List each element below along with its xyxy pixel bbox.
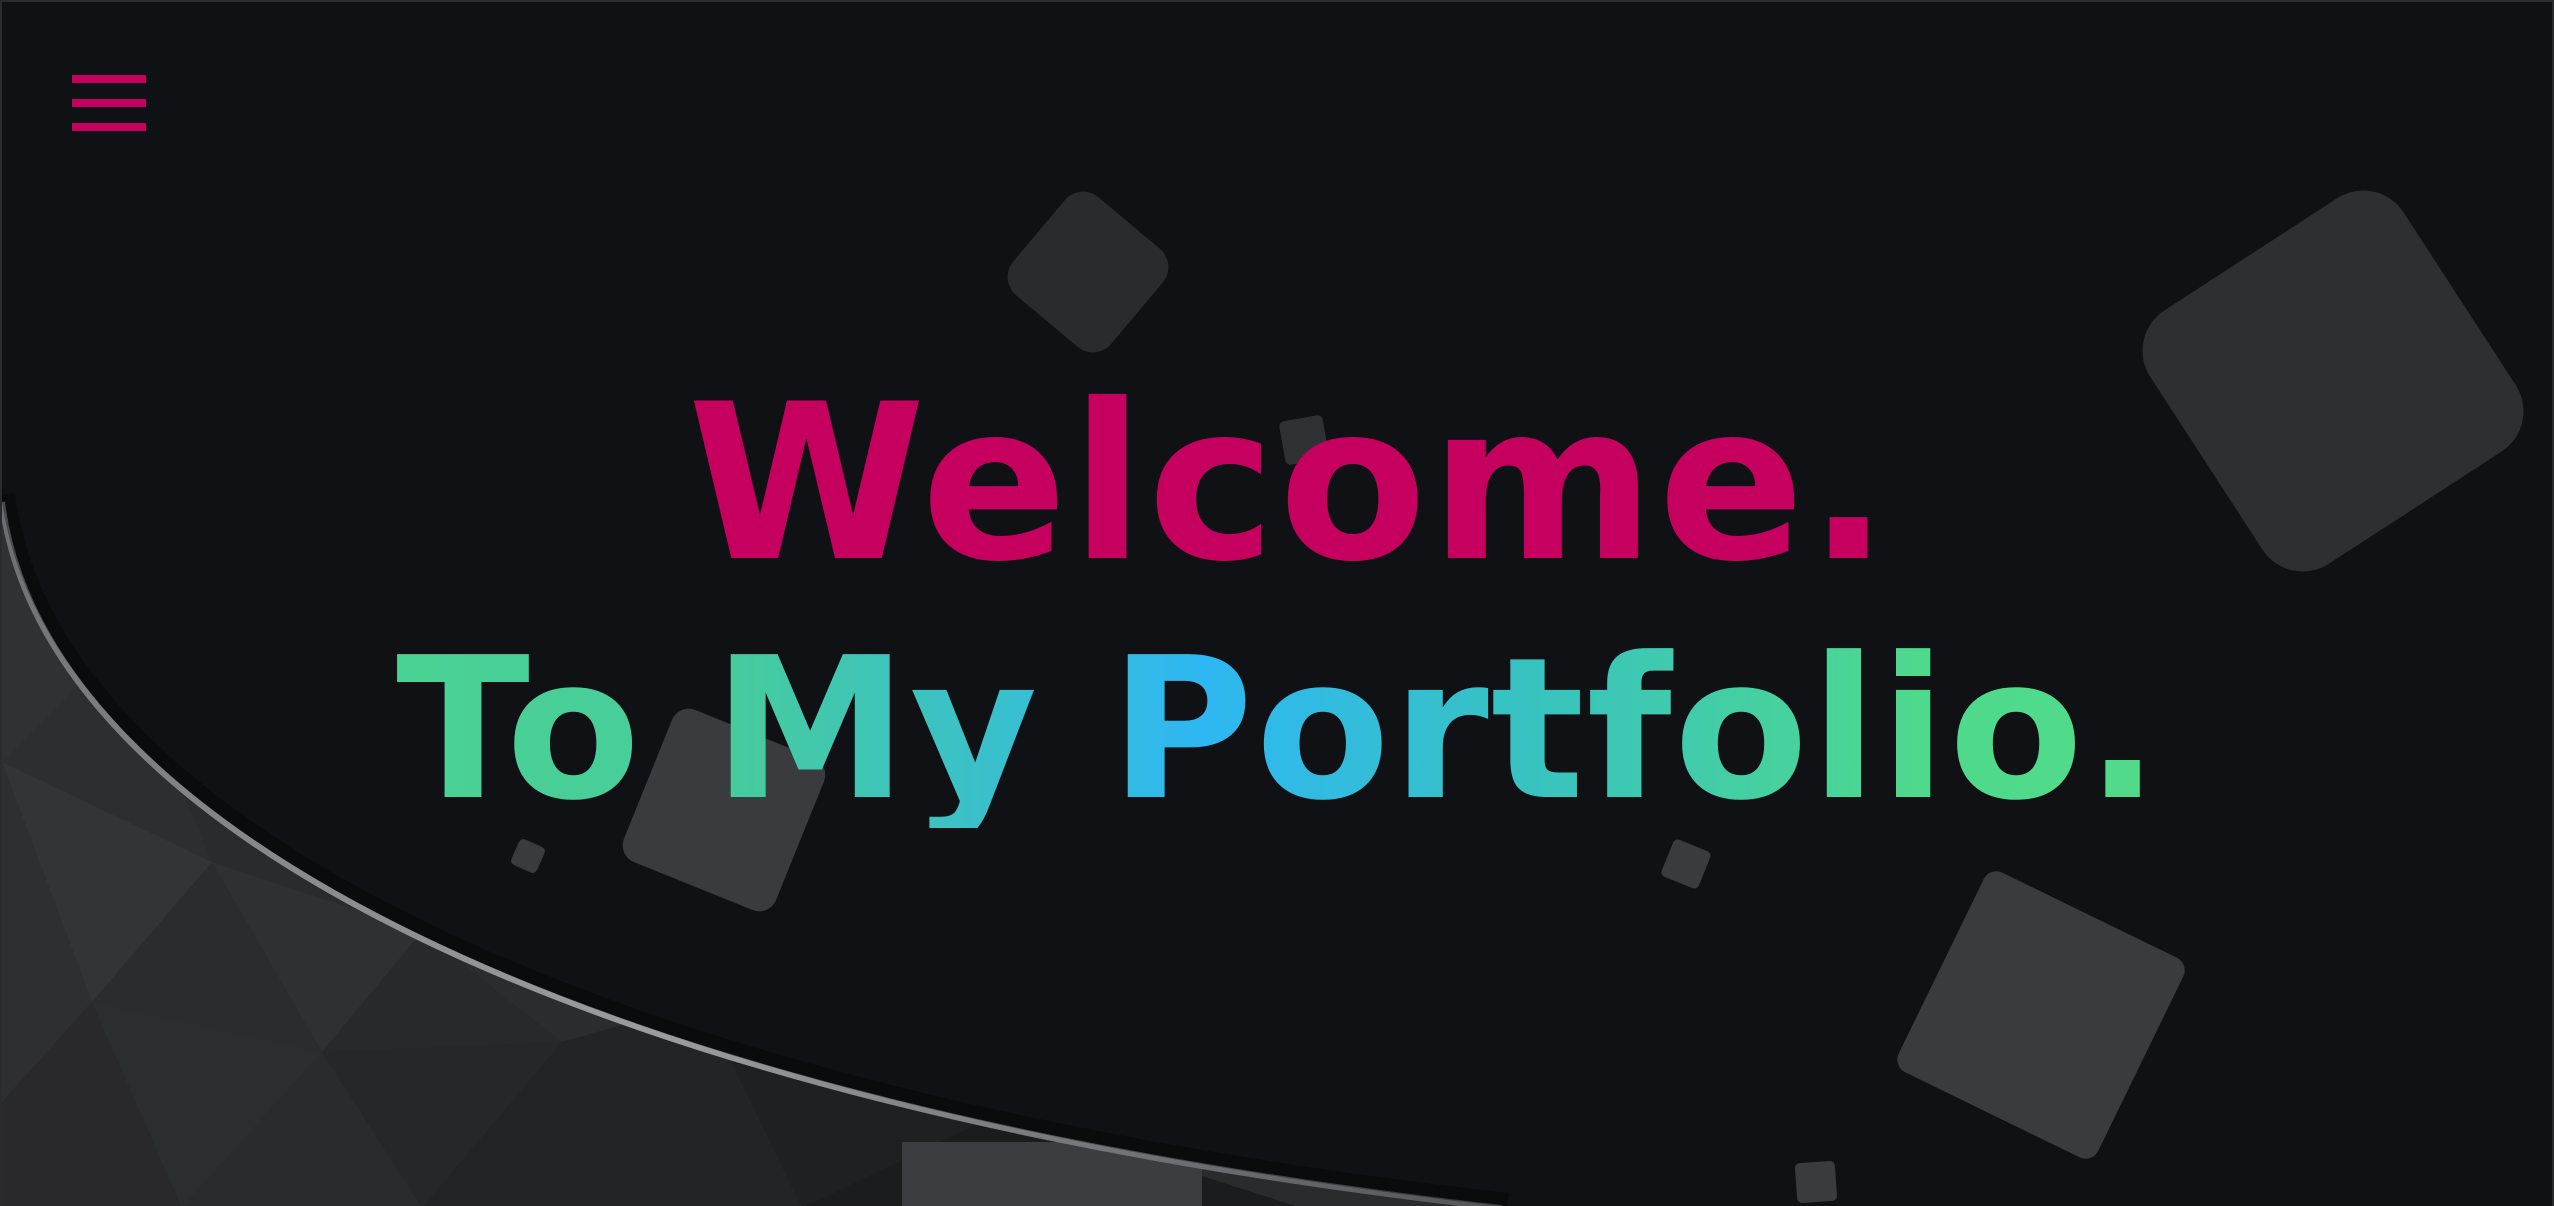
menu-bar	[72, 75, 146, 83]
floating-square-decoration	[1892, 866, 2190, 1164]
landing-page: Welcome. To My Portfolio.	[0, 0, 2554, 1206]
menu-bar	[72, 99, 146, 107]
floating-square-decoration	[1794, 1160, 1838, 1204]
floating-square-decoration	[1659, 837, 1713, 891]
menu-bar	[72, 123, 146, 131]
hero-section: Welcome. To My Portfolio.	[2, 2, 2552, 1206]
floating-square-decoration	[617, 703, 831, 917]
floating-square-decoration	[2124, 172, 2542, 590]
floating-square-decoration	[997, 181, 1179, 363]
bottom-curve-panel	[2, 493, 1509, 1206]
hero-portfolio-heading: To My Portfolio.	[2, 632, 2552, 828]
floating-square-decoration	[1278, 414, 1330, 466]
hamburger-menu-icon[interactable]	[72, 73, 146, 137]
floating-square-decoration	[509, 837, 547, 875]
